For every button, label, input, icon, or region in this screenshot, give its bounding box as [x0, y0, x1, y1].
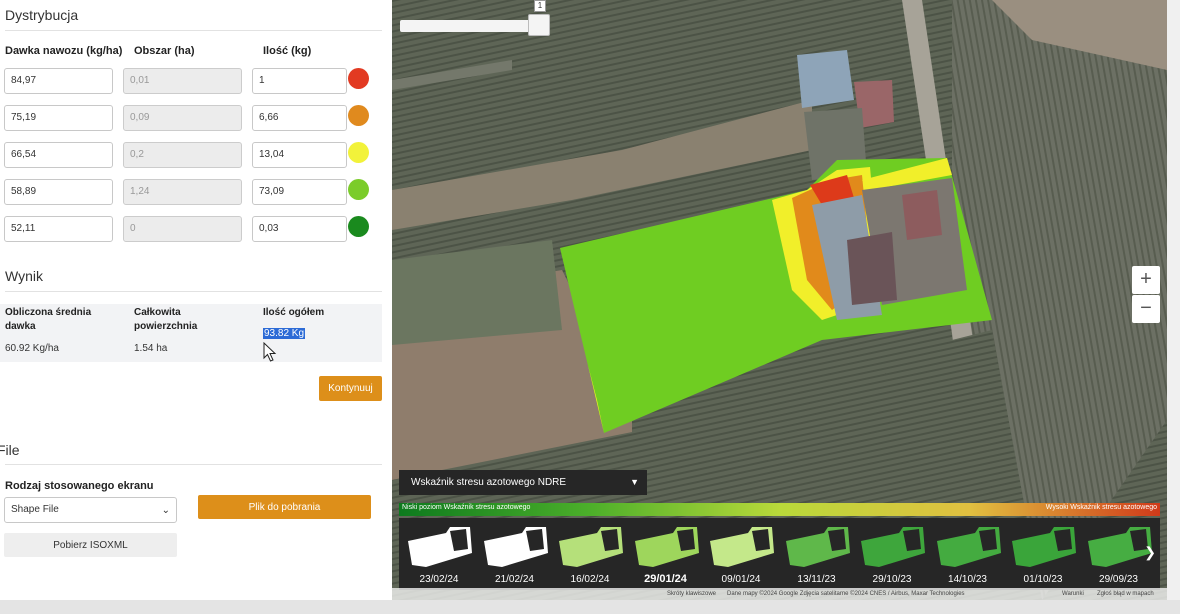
report-error-link[interactable]: Zgłoś błąd w mapach: [1097, 588, 1154, 600]
date-label: 21/02/24: [495, 574, 534, 585]
date-thumbnail[interactable]: 13/11/23: [780, 521, 854, 588]
date-thumbnail[interactable]: 16/02/24: [553, 521, 627, 588]
zone-color-indicator: [348, 142, 369, 163]
dose-input[interactable]: 75,19: [4, 105, 113, 131]
average-dose-label-line1: Obliczona średnia: [5, 307, 92, 318]
scrollbar[interactable]: [1167, 0, 1180, 600]
result-box: Obliczona średnia dawka 60.92 Kg/ha Całk…: [0, 304, 382, 362]
field-thumbnail-icon: [559, 527, 623, 567]
quantity-input[interactable]: 1: [252, 68, 347, 94]
dose-input[interactable]: 84,97: [4, 68, 113, 94]
divider: [5, 30, 382, 31]
date-label: 23/02/24: [419, 574, 459, 585]
area-field: 1,24: [123, 179, 242, 205]
ndre-legend-bar: Niski poziom Wskaźnik stresu azotowego W…: [399, 503, 1160, 516]
chevron-down-icon: ⌄: [161, 505, 170, 516]
chevron-right-icon[interactable]: ❯: [1144, 544, 1156, 561]
keyboard-shortcuts-link[interactable]: Skróty klawiszowe: [667, 588, 716, 600]
date-thumbnail[interactable]: 21/02/24: [478, 521, 552, 588]
date-thumbnail[interactable]: 29/01/24: [629, 521, 703, 588]
total-quantity-selected-text: 93.82 Kg: [263, 328, 306, 339]
column-header-area: Obszar (ha): [134, 45, 195, 57]
screen-type-select[interactable]: Shape File ⌄: [4, 497, 177, 523]
zoom-in-button[interactable]: +: [1132, 266, 1160, 294]
map-data-attribution: Dane mapy ©2024 Google Zdjęcia satelitar…: [727, 591, 965, 597]
layer-select[interactable]: Wskaźnik stresu azotowego NDRE ▼: [399, 470, 647, 495]
date-label: 09/01/24: [721, 574, 761, 585]
quantity-input[interactable]: 6,66: [252, 105, 347, 131]
area-field: 0,2: [123, 142, 242, 168]
area-field: 0,09: [123, 105, 242, 131]
dose-input[interactable]: 58,89: [4, 179, 113, 205]
opacity-slider-value: 1: [534, 0, 546, 12]
left-panel: Dystrybucja Dawka nawozu (kg/ha) Obszar …: [0, 0, 392, 600]
zoom-out-button[interactable]: −: [1132, 295, 1160, 323]
date-timeline: 23/02/24 21/02/24 16/02/24 29/01/24 09/01/24…: [399, 518, 1160, 590]
total-quantity-value: 93.82 Kg: [263, 328, 306, 339]
date-label: 01/10/23: [1023, 574, 1063, 585]
field-thumbnail-icon: [634, 527, 699, 567]
download-file-button[interactable]: Plik do pobrania: [198, 495, 371, 519]
quantity-input[interactable]: 13,04: [252, 142, 347, 168]
date-label: 13/11/23: [797, 574, 836, 585]
mouse-cursor-icon: [263, 342, 277, 362]
total-area-value: 1.54 ha: [134, 343, 168, 354]
total-area-label-line1: Całkowita: [134, 307, 181, 318]
average-dose-value: 60.92 Kg/ha: [5, 343, 59, 354]
divider: [5, 464, 382, 465]
continue-button[interactable]: Kontynuuj: [319, 376, 382, 401]
field-thumbnail-icon: [408, 527, 472, 567]
zone-color-indicator: [348, 216, 369, 237]
download-isoxml-button[interactable]: Pobierz ISOXML: [4, 533, 177, 557]
dose-input[interactable]: 52,11: [4, 216, 113, 242]
map-attribution: Skróty klawiszowe Dane mapy ©2024 Google…: [392, 588, 1167, 600]
date-thumbnail[interactable]: 14/10/23: [931, 521, 1005, 588]
date-label: 16/02/24: [570, 574, 610, 585]
distribution-title: Dystrybucja: [5, 7, 79, 23]
legend-low-label: Niski poziom Wskaźnik stresu azotowego: [402, 504, 531, 511]
opacity-slider-handle[interactable]: [528, 14, 550, 36]
date-label: 14/10/23: [948, 574, 987, 585]
date-label: 29/09/23: [1099, 574, 1138, 585]
date-label: 29/01/24: [644, 573, 687, 585]
field-thumbnail-icon: [483, 527, 548, 567]
field-thumbnail-icon: [861, 527, 925, 567]
date-label: 29/10/23: [872, 574, 912, 585]
area-field: 0,01: [123, 68, 242, 94]
zone-color-indicator: [348, 68, 369, 89]
screen-type-label: Rodzaj stosowanego ekranu: [5, 480, 154, 492]
area-field: 0: [123, 216, 242, 242]
legend-high-label: Wysoki Wskaźnik stresu azotowego: [1045, 504, 1157, 511]
bottom-scrollbar[interactable]: [0, 600, 1180, 614]
date-thumbnail[interactable]: 01/10/23: [1006, 521, 1080, 588]
divider: [5, 291, 382, 292]
layer-select-value: Wskaźnik stresu azotowego NDRE: [411, 477, 567, 488]
quantity-input[interactable]: 73,09: [252, 179, 347, 205]
field-thumbnail-icon: [710, 527, 774, 567]
quantity-input[interactable]: 0,03: [252, 216, 347, 242]
zone-color-indicator: [348, 105, 369, 126]
average-dose-label: Obliczona średnia dawka: [5, 306, 91, 334]
field-thumbnail-icon: [1087, 527, 1152, 567]
result-title: Wynik: [5, 268, 43, 284]
column-header-dose: Dawka nawozu (kg/ha): [5, 45, 123, 57]
field-thumbnail-icon: [785, 527, 850, 567]
screen-type-selected-value: Shape File: [11, 504, 59, 515]
dose-input[interactable]: 66,54: [4, 142, 113, 168]
file-title: File: [0, 442, 20, 458]
column-header-quantity: Ilość (kg): [263, 45, 312, 57]
chevron-down-icon: ▼: [630, 477, 639, 487]
field-thumbnail-icon: [1012, 527, 1076, 567]
field-thumbnail-icon: [936, 527, 1001, 567]
total-area-label-line2: powierzchnia: [134, 321, 198, 332]
date-thumbnail[interactable]: 09/01/24: [704, 521, 778, 588]
average-dose-label-line2: dawka: [5, 321, 36, 332]
total-quantity-label: Ilość ogółem: [263, 307, 325, 318]
satellite-map[interactable]: 1 + − Wskaźnik stresu azotowego NDRE ▼ N…: [392, 0, 1167, 600]
terms-link[interactable]: Warunki: [1062, 588, 1084, 600]
total-area-label: Całkowita powierzchnia: [134, 306, 197, 334]
date-thumbnail[interactable]: 29/10/23: [855, 521, 929, 588]
zone-color-indicator: [348, 179, 369, 200]
date-thumbnail[interactable]: 23/02/24: [402, 521, 476, 588]
